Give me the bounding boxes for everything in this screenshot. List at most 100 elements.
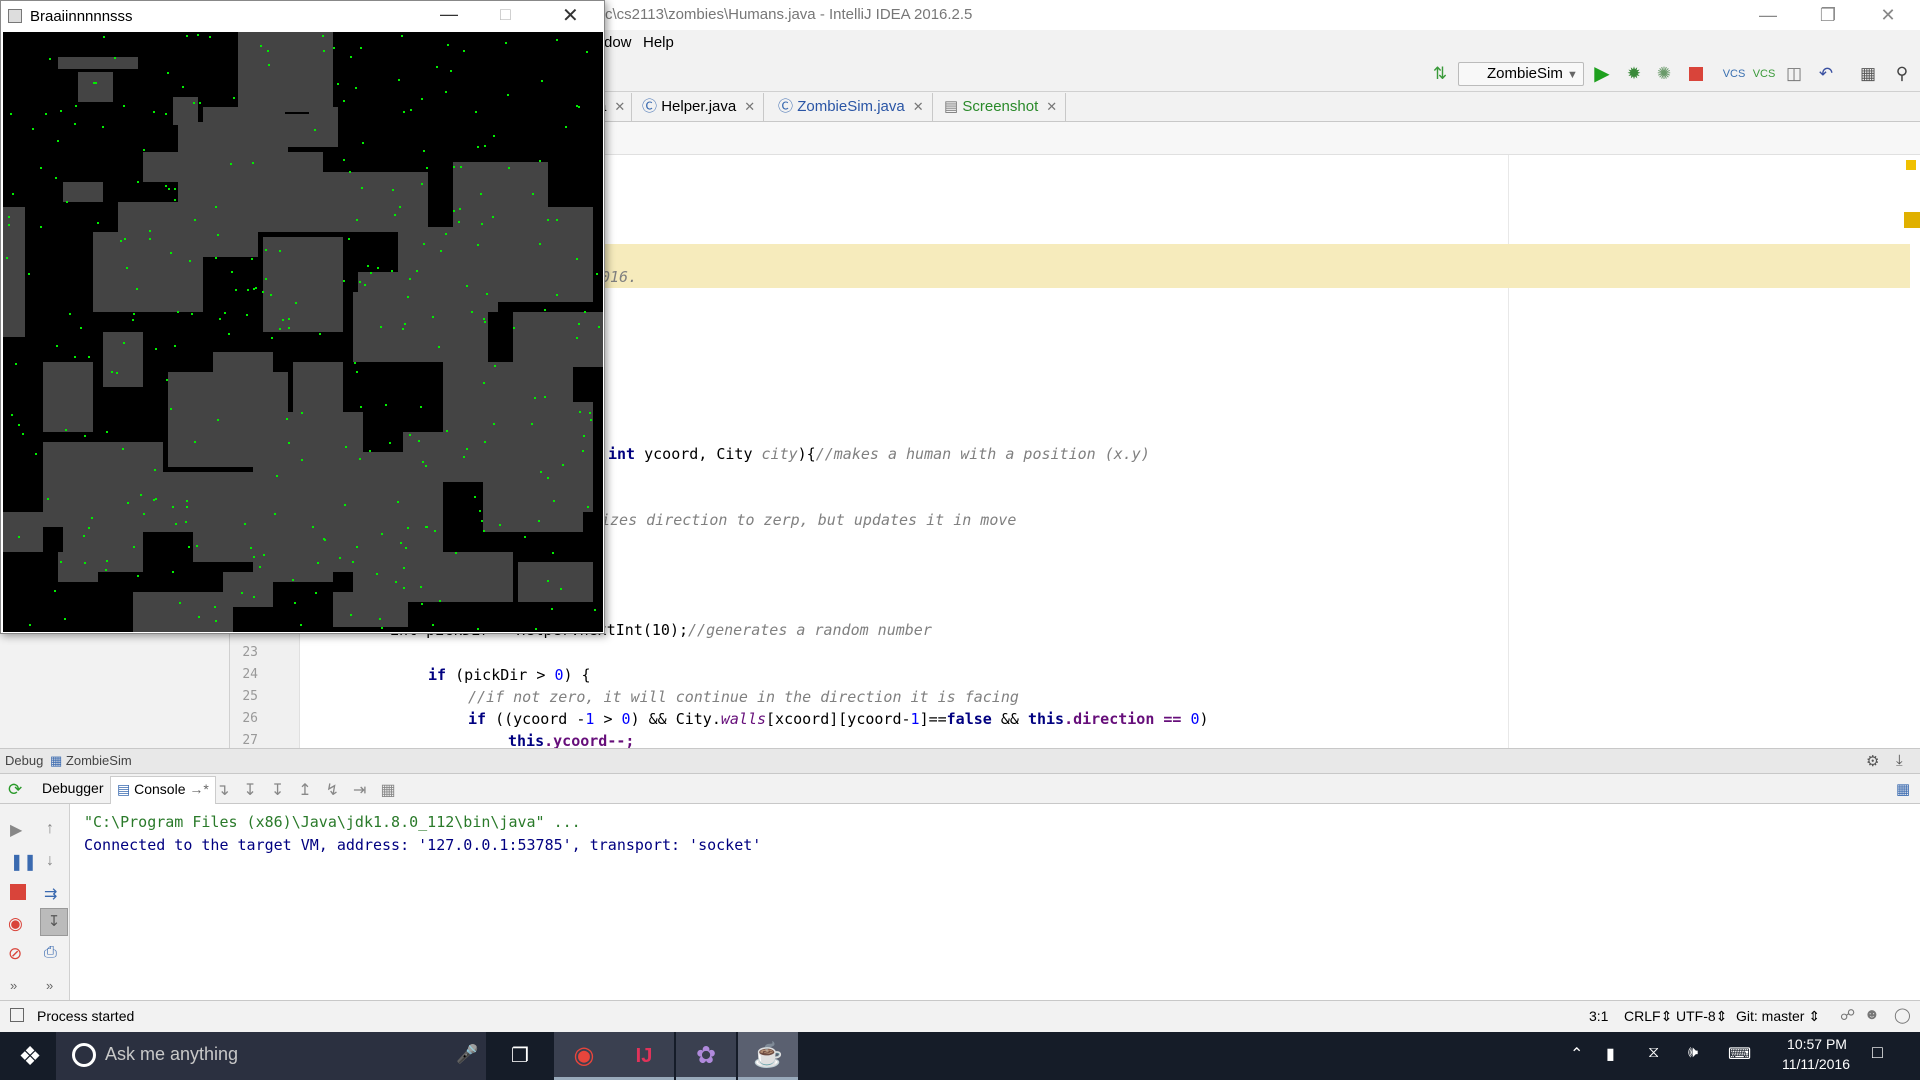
close-button[interactable]: ✕ <box>1860 0 1916 30</box>
notifications-icon[interactable]: ◯ <box>1894 1006 1911 1024</box>
menu-help[interactable]: Help <box>643 34 674 51</box>
visual-studio-icon[interactable]: ✿ <box>676 1032 736 1080</box>
line-separator[interactable]: CRLF⇕ <box>1624 1008 1672 1025</box>
intellij-icon[interactable]: IJ <box>614 1032 674 1080</box>
stop-icon[interactable] <box>1684 62 1708 86</box>
human-dot <box>474 496 476 498</box>
human-dot <box>426 167 428 169</box>
battery-icon[interactable]: ▮ <box>1606 1044 1615 1064</box>
human-dot <box>122 448 124 450</box>
wall-block <box>183 167 293 232</box>
mute-breakpoints-icon[interactable]: ⊘ <box>8 944 22 964</box>
tab-zombiesim[interactable]: Ⓒ ZombieSim.java ✕ <box>770 93 933 121</box>
layout-icon[interactable]: ▦ <box>1896 780 1910 798</box>
console-output[interactable] <box>70 804 1920 1000</box>
human-dot <box>286 418 288 420</box>
down-arrow-icon[interactable]: ↓ <box>46 852 54 870</box>
human-dot <box>295 302 297 304</box>
debug-bug-icon[interactable]: ✹ <box>1622 62 1646 86</box>
human-dot <box>392 189 394 191</box>
run-icon[interactable]: ▶ <box>1590 62 1614 86</box>
clock-date[interactable]: 11/11/2016 <box>1776 1056 1856 1072</box>
close-icon[interactable]: ✕ <box>744 99 755 114</box>
soft-wrap-icon[interactable]: ⇉ <box>44 884 57 904</box>
chrome-icon[interactable]: ◉ <box>554 1032 614 1080</box>
sim-minimize-button[interactable]: — <box>440 4 458 25</box>
tab-debugger[interactable]: Debugger <box>36 776 111 804</box>
vcs-update-icon[interactable]: VCS <box>1722 62 1746 86</box>
keyboard-icon[interactable]: ⌨ <box>1728 1044 1751 1064</box>
human-dot <box>420 406 422 408</box>
tab-helper[interactable]: Ⓒ Helper.java ✕ <box>634 93 765 121</box>
human-dot <box>486 293 488 295</box>
human-dot <box>8 216 10 218</box>
human-dot <box>576 105 578 107</box>
resume-icon[interactable]: ▶ <box>10 820 22 840</box>
windows-start-icon[interactable]: ❖ <box>0 1032 60 1080</box>
java-app-icon[interactable]: ☕ <box>738 1032 798 1080</box>
revert-icon[interactable]: ↶ <box>1814 62 1838 86</box>
sim-close-button[interactable]: ✕ <box>562 3 579 28</box>
pause-icon[interactable]: ❚❚ <box>10 852 37 872</box>
wall-block <box>413 552 513 602</box>
human-dot <box>492 216 494 218</box>
build-icon[interactable]: ⇅ <box>1428 62 1452 86</box>
debug-config[interactable]: ▦ ZombieSim <box>50 753 132 769</box>
scroll-to-end-icon[interactable]: ↧ <box>40 908 68 936</box>
close-icon[interactable]: ✕ <box>913 99 924 114</box>
step-out-icon: ↥ <box>298 782 326 799</box>
more-icon[interactable]: » <box>46 978 53 993</box>
coverage-icon[interactable]: ✺ <box>1652 62 1676 86</box>
project-structure-icon[interactable]: ▦ <box>1856 62 1880 86</box>
human-dot <box>422 461 424 463</box>
print-icon[interactable]: ⎙ <box>44 944 57 962</box>
run-config-select[interactable]: ZombieSim ▼ <box>1458 62 1584 86</box>
menu-window[interactable]: dow <box>604 34 632 51</box>
history-icon[interactable]: ◫ <box>1782 62 1806 86</box>
wifi-icon[interactable]: ⧖ <box>1648 1044 1659 1062</box>
minimize-button[interactable]: — <box>1740 0 1796 30</box>
action-center-icon[interactable]: □ <box>1872 1042 1883 1063</box>
human-dot <box>197 34 199 36</box>
inspector-icon[interactable]: ☻ <box>1864 1006 1880 1023</box>
warning-marker[interactable] <box>1904 212 1920 228</box>
step-toolbar[interactable]: ↴↧↧↥↯⇥▦ <box>216 780 410 800</box>
wall-block <box>103 332 143 387</box>
microphone-icon[interactable]: 🎤 <box>456 1044 478 1065</box>
hide-panel-icon[interactable]: ⤓ <box>1896 752 1903 769</box>
human-dot <box>494 365 496 367</box>
human-dot <box>402 328 404 330</box>
file-encoding[interactable]: UTF-8⇕ <box>1676 1008 1727 1025</box>
clock-time[interactable]: 10:57 PM <box>1782 1036 1852 1052</box>
restore-button[interactable]: ❐ <box>1800 0 1856 30</box>
settings-gear-icon[interactable]: ⚙ <box>1866 752 1879 770</box>
vcs-commit-icon[interactable]: VCS <box>1752 62 1776 86</box>
warning-marker[interactable] <box>1906 160 1916 170</box>
tab-screenshot[interactable]: ▤ Screenshot ✕ <box>936 93 1067 121</box>
tab-console[interactable]: ▤ Console →* <box>110 776 216 804</box>
task-view-icon[interactable]: ❐ <box>490 1032 550 1080</box>
human-dot <box>359 458 361 460</box>
tray-chevron-icon[interactable]: ⌃ <box>1570 1044 1583 1064</box>
human-dot <box>165 113 167 115</box>
close-icon[interactable]: ✕ <box>1046 99 1057 114</box>
up-arrow-icon[interactable]: ↑ <box>46 820 54 838</box>
human-dot <box>29 624 31 626</box>
git-branch[interactable]: Git: master ⇕ <box>1736 1008 1820 1025</box>
caret-position[interactable]: 3:1 <box>1589 1008 1608 1024</box>
human-dot <box>481 520 483 522</box>
human-dot <box>170 408 172 410</box>
console-line: Connected to the target VM, address: '12… <box>84 836 762 854</box>
search-icon[interactable]: ⚲ <box>1890 62 1914 86</box>
lock-icon[interactable]: ☍ <box>1840 1006 1855 1024</box>
more-icon[interactable]: » <box>10 978 17 993</box>
human-dot <box>356 219 358 221</box>
sim-maximize-button[interactable]: □ <box>500 4 511 25</box>
volume-icon[interactable]: 🕪 <box>1688 1044 1698 1062</box>
rerun-icon[interactable]: ⟳ <box>8 780 22 800</box>
stop-debug-icon[interactable] <box>10 884 26 900</box>
human-dot <box>337 83 339 85</box>
breakpoints-icon[interactable]: ◉ <box>8 914 23 934</box>
tool-windows-icon[interactable] <box>10 1008 24 1022</box>
close-icon[interactable]: ✕ <box>614 99 625 114</box>
